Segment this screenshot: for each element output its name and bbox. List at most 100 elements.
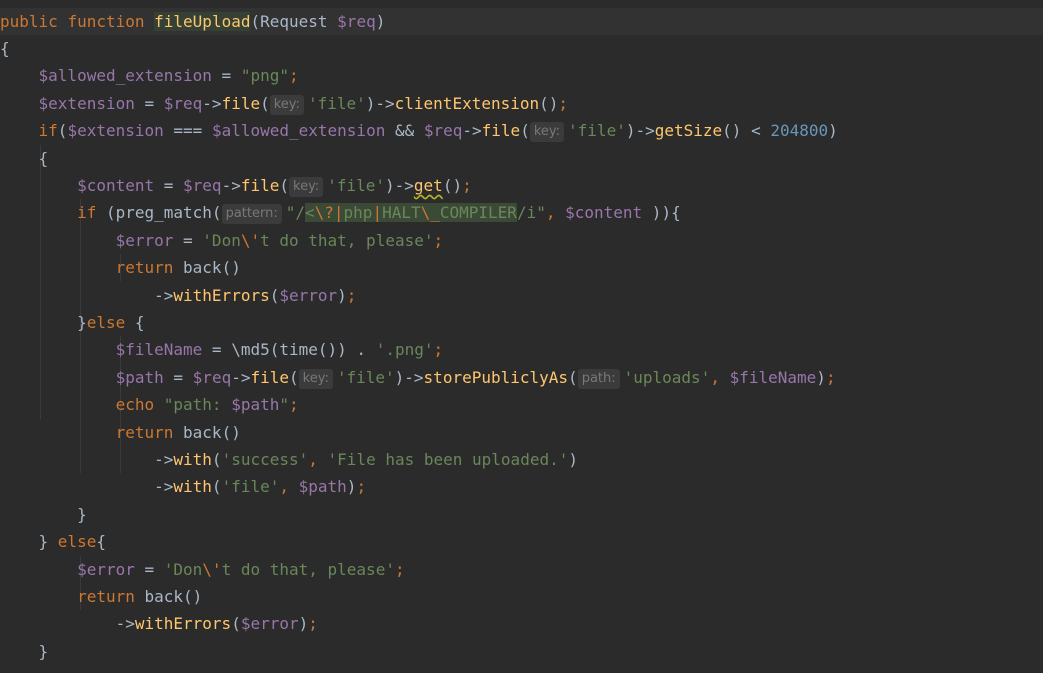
code-token: withErrors xyxy=(173,285,270,305)
code-token: (preg_match( xyxy=(105,203,222,223)
code-token: () xyxy=(442,175,463,195)
code-token: $req xyxy=(163,93,203,113)
code-token: back() xyxy=(183,258,241,278)
code-token: '.png' xyxy=(375,340,434,360)
code-token: 'file' xyxy=(221,477,280,497)
code-token: ; xyxy=(462,175,472,195)
code-token: $req xyxy=(192,367,232,387)
code-line[interactable]: } xyxy=(0,638,49,665)
code-token: -> xyxy=(202,93,222,113)
code-token: storePubliclyAs xyxy=(423,367,569,387)
code-line[interactable]: $path = $req->file(key:'file')->storePub… xyxy=(0,364,836,391)
code-token: file xyxy=(221,93,261,113)
code-token: $content xyxy=(77,175,155,195)
code-line[interactable]: } else{ xyxy=(0,528,106,555)
code-token: $error xyxy=(77,559,135,579)
code-token: ) xyxy=(816,367,826,387)
code-token: ; xyxy=(356,477,367,497)
code-line[interactable]: ->with('file', $path); xyxy=(0,473,366,500)
code-line[interactable]: $allowed_extension = "png"; xyxy=(0,62,299,89)
code-token: { xyxy=(0,38,10,58)
code-token: t do that, please' xyxy=(221,559,395,579)
code-token: $content xyxy=(565,203,643,223)
code-token: { xyxy=(38,148,49,168)
code-token: ( xyxy=(568,367,578,387)
code-token: \? xyxy=(314,203,334,223)
code-token: $path xyxy=(115,367,164,387)
code-token: $req xyxy=(337,11,376,31)
code-token: (Request xyxy=(250,11,338,31)
code-line[interactable]: $error = 'Don\'t do that, please'; xyxy=(0,556,405,583)
code-token: $error xyxy=(279,285,338,305)
code-token: , xyxy=(308,449,328,469)
code-line[interactable]: ->withErrors($error); xyxy=(0,610,318,637)
code-token: return xyxy=(77,586,145,606)
code-token: } xyxy=(77,312,87,332)
code-token: -> xyxy=(231,367,251,387)
code-token: } xyxy=(77,504,87,524)
code-token: t do that, please' xyxy=(260,230,434,250)
code-token: )-> xyxy=(365,93,395,113)
code-line[interactable]: $error = 'Don\'t do that, please'; xyxy=(0,227,444,254)
code-token: back() xyxy=(144,586,203,606)
code-token: return xyxy=(115,422,184,442)
code-token: 'file' xyxy=(336,367,395,387)
code-line[interactable]: return back() xyxy=(0,419,241,446)
code-line[interactable]: return back() xyxy=(0,583,202,610)
code-editor[interactable]: public function fileUpload(Request $req)… xyxy=(0,7,1043,673)
code-token: ) xyxy=(337,285,347,305)
code-token: $allowed_extension xyxy=(38,66,212,86)
code-token: ( xyxy=(269,285,280,305)
code-token: $req xyxy=(183,175,222,195)
code-line[interactable]: echo "path: $path"; xyxy=(0,391,299,418)
code-line[interactable]: { xyxy=(0,35,10,62)
code-line[interactable]: if($extension === $allowed_extension && … xyxy=(0,117,838,144)
code-token: ; xyxy=(433,340,444,360)
code-line[interactable]: { xyxy=(0,145,49,172)
code-token: php xyxy=(343,203,373,223)
code-token: ; xyxy=(394,559,405,579)
code-token: -> xyxy=(221,175,241,195)
code-line[interactable]: ->with('success', 'File has been uploade… xyxy=(0,446,578,473)
code-token: get xyxy=(413,175,443,195)
code-token: \_ xyxy=(420,203,440,223)
code-line[interactable]: } xyxy=(0,501,87,528)
code-line[interactable]: public function fileUpload(Request $req) xyxy=(0,7,1043,35)
parameter-hint: key: xyxy=(529,122,565,143)
code-line[interactable]: return back() xyxy=(0,254,241,281)
code-token: -> xyxy=(154,285,174,305)
code-line[interactable]: ->withErrors($error); xyxy=(0,282,356,309)
code-line[interactable]: }else { xyxy=(0,309,144,336)
code-line[interactable]: $content = $req->file(key:'file')->get()… xyxy=(0,172,472,199)
code-token: ; xyxy=(289,66,299,86)
code-token: ; xyxy=(433,230,444,250)
code-token: -> xyxy=(462,121,482,141)
code-token: )){ xyxy=(642,203,681,223)
code-line[interactable]: $extension = $req->file(key:'file')->cli… xyxy=(0,90,568,117)
code-token: $error xyxy=(115,230,174,250)
code-token: } xyxy=(38,532,58,552)
code-token: 204800 xyxy=(770,121,829,141)
code-token: 'file' xyxy=(568,121,626,141)
code-token: ) xyxy=(568,449,578,469)
code-line[interactable]: if (preg_match(pattern: "/<\?|php|HALT\_C… xyxy=(0,199,681,226)
code-token: ) xyxy=(828,121,838,141)
code-token: $fileName xyxy=(729,367,817,387)
code-token: $path xyxy=(298,477,347,497)
parameter-hint: key: xyxy=(269,94,304,115)
code-token: ) xyxy=(298,614,309,634)
code-line[interactable]: $fileName = \md5(time()) . '.png'; xyxy=(0,336,444,363)
code-token: ( xyxy=(520,121,530,141)
code-token: && xyxy=(385,121,424,141)
code-token: fileUpload xyxy=(154,11,251,31)
code-token: | xyxy=(372,203,383,223)
